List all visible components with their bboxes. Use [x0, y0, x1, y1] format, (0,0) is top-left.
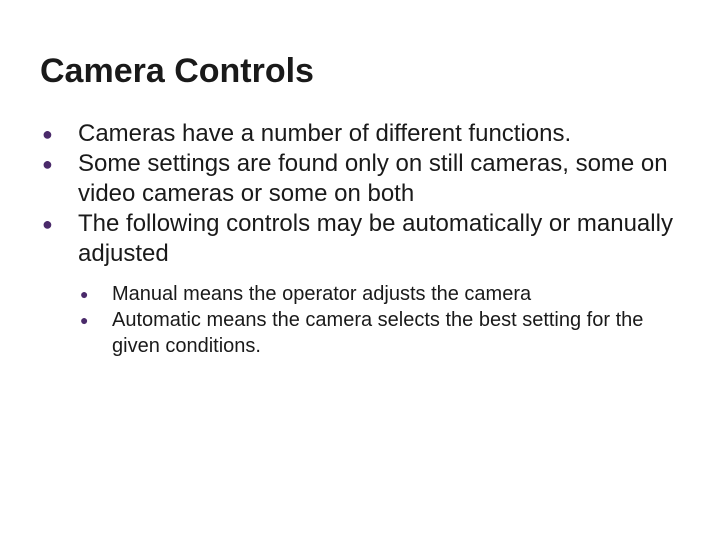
bullet-icon: ● — [40, 119, 78, 149]
list-item-text: Some settings are found only on still ca… — [78, 149, 680, 209]
list-item-text: The following controls may be automatica… — [78, 209, 680, 269]
bullet-icon: ● — [78, 307, 112, 333]
bullet-icon: ● — [78, 281, 112, 307]
slide-title: Camera Controls — [40, 52, 680, 91]
list-item-text: Automatic means the camera selects the b… — [112, 307, 680, 359]
list-item: ● Manual means the operator adjusts the … — [78, 281, 680, 307]
bullet-icon: ● — [40, 209, 78, 239]
sub-bullet-list: ● Manual means the operator adjusts the … — [40, 281, 680, 359]
list-item: ● Automatic means the camera selects the… — [78, 307, 680, 359]
main-bullet-list: ● Cameras have a number of different fun… — [40, 119, 680, 269]
list-item: ● Some settings are found only on still … — [40, 149, 680, 209]
bullet-icon: ● — [40, 149, 78, 179]
list-item: ● The following controls may be automati… — [40, 209, 680, 269]
list-item-text: Manual means the operator adjusts the ca… — [112, 281, 680, 307]
list-item: ● Cameras have a number of different fun… — [40, 119, 680, 149]
list-item-text: Cameras have a number of different funct… — [78, 119, 680, 149]
